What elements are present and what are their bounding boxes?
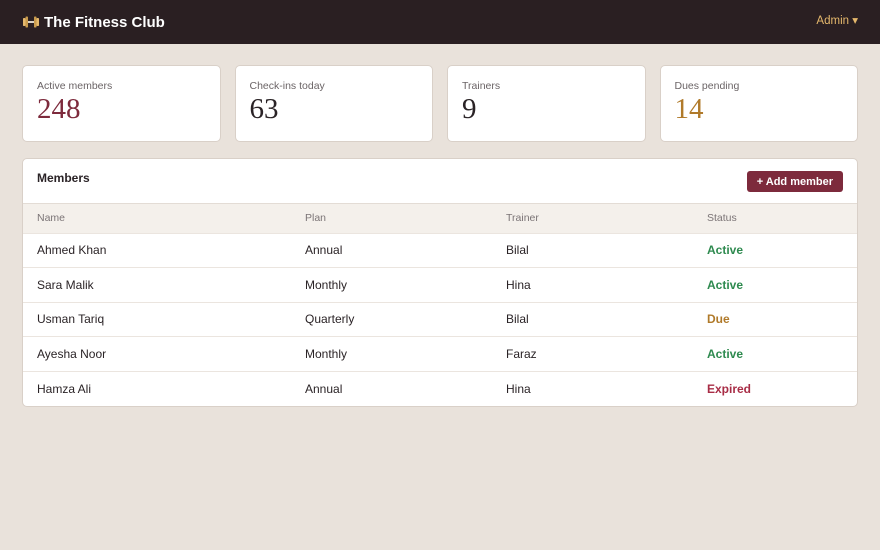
member-trainer: Faraz bbox=[506, 346, 537, 361]
member-name: Usman Tariq bbox=[37, 312, 105, 327]
stat-label: Trainers bbox=[462, 80, 501, 92]
member-status: Expired bbox=[707, 381, 752, 396]
members-table: Name Plan Trainer Status Ahmed Khan Annu… bbox=[23, 204, 857, 406]
table-row[interactable]: Ayesha Noor Monthly Faraz Active bbox=[23, 336, 857, 372]
member-status: Active bbox=[707, 346, 744, 361]
column-header-name[interactable]: Name bbox=[23, 204, 291, 233]
member-status: Due bbox=[707, 312, 730, 327]
member-status: Active bbox=[707, 243, 744, 258]
table-row[interactable]: Usman Tariq Quarterly Bilal Due bbox=[23, 302, 857, 337]
stats-row: Active members 248 Check-ins today 63 Tr… bbox=[0, 44, 880, 142]
member-status: Active bbox=[707, 277, 744, 292]
app-title: The Fitness Club bbox=[44, 13, 165, 31]
brand[interactable]: The Fitness Club bbox=[22, 13, 165, 31]
member-name: Hamza Ali bbox=[37, 381, 92, 396]
member-trainer: Bilal bbox=[506, 243, 529, 258]
add-member-button[interactable]: + Add member bbox=[746, 171, 843, 192]
admin-menu[interactable]: Admin ▾ bbox=[816, 13, 858, 27]
member-name: Ahmed Khan bbox=[37, 243, 107, 258]
stat-label: Dues pending bbox=[674, 80, 740, 92]
stat-card-check-ins: Check-ins today 63 bbox=[234, 65, 433, 142]
stat-value: 9 bbox=[462, 93, 477, 125]
table-row[interactable]: Sara Malik Monthly Hina Active bbox=[23, 267, 857, 303]
member-plan: Quarterly bbox=[305, 312, 355, 327]
member-trainer: Hina bbox=[506, 381, 531, 396]
column-header-status[interactable]: Status bbox=[693, 204, 857, 233]
top-bar: The Fitness Club Admin ▾ bbox=[0, 0, 880, 44]
table-header-row: Name Plan Trainer Status bbox=[23, 204, 857, 233]
column-header-trainer[interactable]: Trainer bbox=[492, 204, 693, 233]
stat-value: 63 bbox=[249, 93, 279, 125]
member-trainer: Hina bbox=[506, 277, 531, 292]
table-row[interactable]: Hamza Ali Annual Hina Expired bbox=[23, 371, 857, 406]
stat-label: Check-ins today bbox=[249, 80, 325, 92]
members-title: Members bbox=[37, 171, 90, 185]
stat-card-dues-pending: Dues pending 14 bbox=[659, 65, 858, 142]
column-header-plan[interactable]: Plan bbox=[291, 204, 492, 233]
stat-value: 14 bbox=[674, 93, 704, 125]
stat-card-trainers: Trainers 9 bbox=[447, 65, 646, 142]
stat-card-active-members: Active members 248 bbox=[22, 65, 221, 142]
member-name: Sara Malik bbox=[37, 277, 94, 292]
member-plan: Annual bbox=[305, 381, 343, 396]
members-header: Members + Add member bbox=[23, 159, 857, 204]
members-panel: Members + Add member Name Plan Trainer S… bbox=[22, 158, 858, 407]
member-plan: Annual bbox=[305, 243, 343, 258]
member-plan: Monthly bbox=[305, 277, 348, 292]
member-trainer: Bilal bbox=[506, 312, 529, 327]
table-row[interactable]: Ahmed Khan Annual Bilal Active bbox=[23, 233, 857, 268]
stat-value: 248 bbox=[37, 93, 81, 125]
dumbbell-icon bbox=[22, 13, 40, 31]
stat-label: Active members bbox=[37, 80, 113, 92]
member-name: Ayesha Noor bbox=[37, 346, 107, 361]
member-plan: Monthly bbox=[305, 346, 348, 361]
